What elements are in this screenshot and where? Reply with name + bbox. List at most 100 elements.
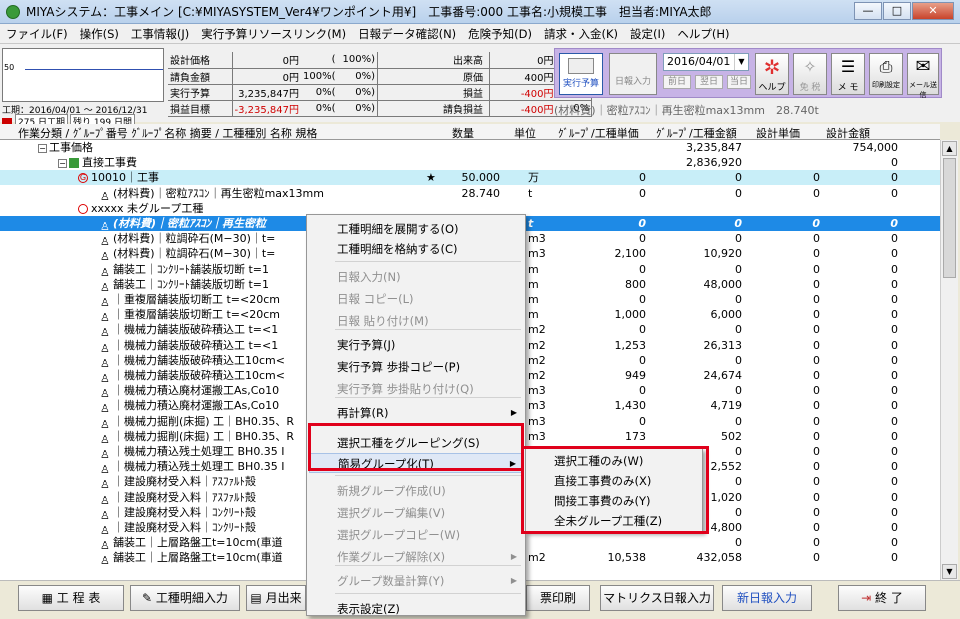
item-detail-input-button[interactable]: ✎ 工種明細入力 (130, 585, 240, 611)
next-day-button[interactable]: 翌日 (695, 75, 723, 89)
prev-day-button[interactable]: 前日 (663, 75, 691, 89)
row-label: ｜建設廃材受入料｜ｱｽﾌｧﾙﾄ殻 (113, 490, 256, 504)
cell-dprice: 0 (813, 429, 820, 443)
slip-print-button[interactable]: 票印刷 (526, 585, 590, 611)
table-row[interactable]: − 工事価格 3,235,847 754,000 (0, 140, 940, 155)
cost-cell-pct: 100%( (301, 68, 338, 85)
memo-button[interactable]: ☰ メ モ (831, 53, 865, 95)
row-label: ｜機械力舗装版破砕積込工 t=<1 (113, 323, 279, 337)
collapse-icon[interactable]: − (58, 158, 67, 168)
menu-item-label: 作業グループ解除(X) (337, 550, 446, 564)
cell-amount: 10,920 (703, 247, 743, 261)
cell-damount: 0 (891, 445, 898, 458)
collapse-icon[interactable]: − (38, 143, 47, 153)
table-row[interactable]: G 10010｜工事 ★ 50.000 万 0 0 0 0 (0, 170, 940, 186)
monthly-progress-button[interactable]: ▤ 月出来 (246, 585, 306, 611)
worker-icon: ♙ (100, 189, 110, 203)
context-menu-item: 日報入力(N) (309, 267, 523, 287)
submenu-item[interactable]: 選択工種のみ(W) (528, 451, 700, 471)
context-menu-item: 実行予算 歩掛貼り付け(Q) (309, 379, 523, 399)
worker-icon: ♙ (100, 356, 110, 370)
header-name[interactable]: 作業分類 / ｸﾞﾙｰﾌﾟ番号 ｸﾞﾙｰﾌﾟ名称 摘要 / 工種種別 名称 規格 (18, 125, 317, 141)
print-settings-button[interactable]: ⎙ 印刷設定 (869, 53, 903, 95)
context-menu-item: 選択グループ編集(V) (309, 503, 523, 523)
cell-damount: 0 (890, 217, 898, 230)
today-button[interactable]: 当日 (727, 75, 751, 89)
cell-unit: m2 (528, 551, 546, 565)
submenu-item[interactable]: 全未グループ工種(Z) (528, 511, 700, 531)
exit-button[interactable]: ⇥ 終 了 (838, 585, 926, 611)
menu-operation[interactable]: 操作(S) (74, 26, 125, 42)
row-name: ♙ ｜機械力舗装版破砕積込工 t=<1 (100, 322, 279, 339)
menu-budget-link[interactable]: 実行予算リソースリンク(M) (195, 26, 352, 42)
cost-cell-pp: 0%) (337, 100, 379, 117)
worker-icon: ♙ (100, 372, 110, 385)
date-combo[interactable]: 2016/04/01 ▼ (663, 53, 749, 71)
menu-file[interactable]: ファイル(F) (0, 26, 74, 42)
cell-price: 10,538 (607, 551, 647, 565)
menu-billing[interactable]: 請求・入金(K) (538, 26, 624, 42)
context-menu-item[interactable]: 再計算(R) ▶ (309, 403, 523, 423)
menu-daily-report[interactable]: 日報データ確認(N) (352, 26, 462, 42)
matrix-nippo-button[interactable]: マトリクス日報入力 (600, 585, 714, 611)
context-menu-item[interactable]: 実行予算 歩掛コピー(P) (309, 357, 523, 377)
cell-dprice: 0 (813, 323, 820, 337)
context-menu-item: 日報 貼り付け(M) (309, 311, 523, 331)
cell-amount: 2,836,920 (686, 156, 742, 170)
new-nippo-button[interactable]: 新日報入力 (722, 585, 812, 611)
close-button[interactable]: ✕ (912, 2, 954, 20)
row-label: ｜機械力舗装版破砕積込工10cm< (113, 353, 285, 367)
maximize-button[interactable]: □ (883, 2, 911, 20)
cost-row: 請負金額0円100%(0%)原価400円0.01% (168, 68, 593, 85)
context-menu-item[interactable]: 工種明細を格納する(C) (309, 239, 523, 259)
menu-item-label: 実行予算 歩掛貼り付け(Q) (337, 382, 474, 396)
cell-dprice: 0 (813, 521, 820, 534)
scroll-thumb[interactable] (943, 158, 956, 278)
cell-damount: 0 (891, 277, 898, 291)
tax-free-icon: ✧ (803, 57, 817, 76)
context-menu-item[interactable]: 簡易グループ化(T) ▶ (309, 453, 523, 473)
cell-unit: m2 (528, 323, 546, 337)
context-menu-item[interactable]: 実行予算(J) (309, 335, 523, 355)
pencil-icon: ✎ (142, 591, 156, 605)
cell-damount: 0 (891, 460, 898, 474)
minimize-button[interactable]: — (854, 2, 882, 20)
scroll-up-icon[interactable]: ▲ (942, 141, 957, 156)
row-name: ♙ ｜建設廃材受入料｜ｺﾝｸﾘｰﾄ殻 (100, 520, 256, 537)
menu-hazard[interactable]: 危険予知(D) (462, 26, 538, 42)
tax-free-button[interactable]: ✧ 免 税 (793, 53, 827, 95)
menu-project-info[interactable]: 工事情報(J) (125, 26, 195, 42)
worker-icon: ♙ (100, 220, 110, 233)
vertical-scrollbar[interactable]: ▲ ▼ (940, 140, 958, 580)
table-row[interactable]: ♙ (材料費)｜密粒ｱｽｺﾝ｜再生密粒max13mm 28.740 t 0 0 0 0 (0, 186, 940, 203)
cell-damount: 0 (891, 414, 898, 428)
cell-dprice: 0 (813, 475, 820, 489)
submenu-item[interactable]: 間接工事費のみ(Y) (528, 491, 700, 511)
cell-amount: 0 (735, 293, 742, 306)
schedule-button[interactable]: ▦ 工 程 表 (18, 585, 124, 611)
header-price[interactable]: ｸﾞﾙｰﾌﾟ/工種単価 (558, 125, 639, 141)
header-design-amount[interactable]: 設計金額 (826, 125, 870, 141)
nippo-input-button[interactable]: 日報入力 (609, 53, 657, 95)
cost-cell-pct: 0%( (301, 100, 338, 117)
header-qty[interactable]: 数量 (452, 125, 474, 141)
context-menu-item[interactable]: 選択工種をグルーピング(S) (309, 433, 523, 453)
help-button[interactable]: ✲ ヘルプ (755, 53, 789, 95)
worker-icon: ♙ (100, 311, 110, 325)
mail-button[interactable]: ✉ メール送信 (907, 53, 939, 99)
menu-help[interactable]: ヘルプ(H) (671, 26, 735, 42)
context-menu-item[interactable]: 表示設定(Z) (309, 599, 523, 619)
context-menu-item[interactable]: 工種明細を展開する(O) (309, 219, 523, 239)
row-name: ♙ ｜機械力積込残土処理工 BH0.35 I (100, 459, 285, 476)
header-unit[interactable]: 単位 (514, 125, 536, 141)
header-amount[interactable]: ｸﾞﾙｰﾌﾟ/工種金額 (656, 125, 737, 141)
table-row[interactable]: − 直接工事費 2,836,920 0 (0, 155, 940, 170)
scroll-down-icon[interactable]: ▼ (942, 564, 957, 579)
worker-icon: ♙ (100, 402, 110, 416)
chevron-down-icon[interactable]: ▼ (734, 54, 748, 70)
exec-budget-button[interactable]: 実行予算 (559, 53, 603, 95)
row-name: ♙ (材料費)｜粒調砕石(M−30)｜t= (100, 246, 275, 263)
submenu-item[interactable]: 直接工事費のみ(X) (528, 471, 700, 491)
header-design-price[interactable]: 設計単価 (756, 125, 800, 141)
menu-settings[interactable]: 設定(I) (624, 26, 671, 42)
